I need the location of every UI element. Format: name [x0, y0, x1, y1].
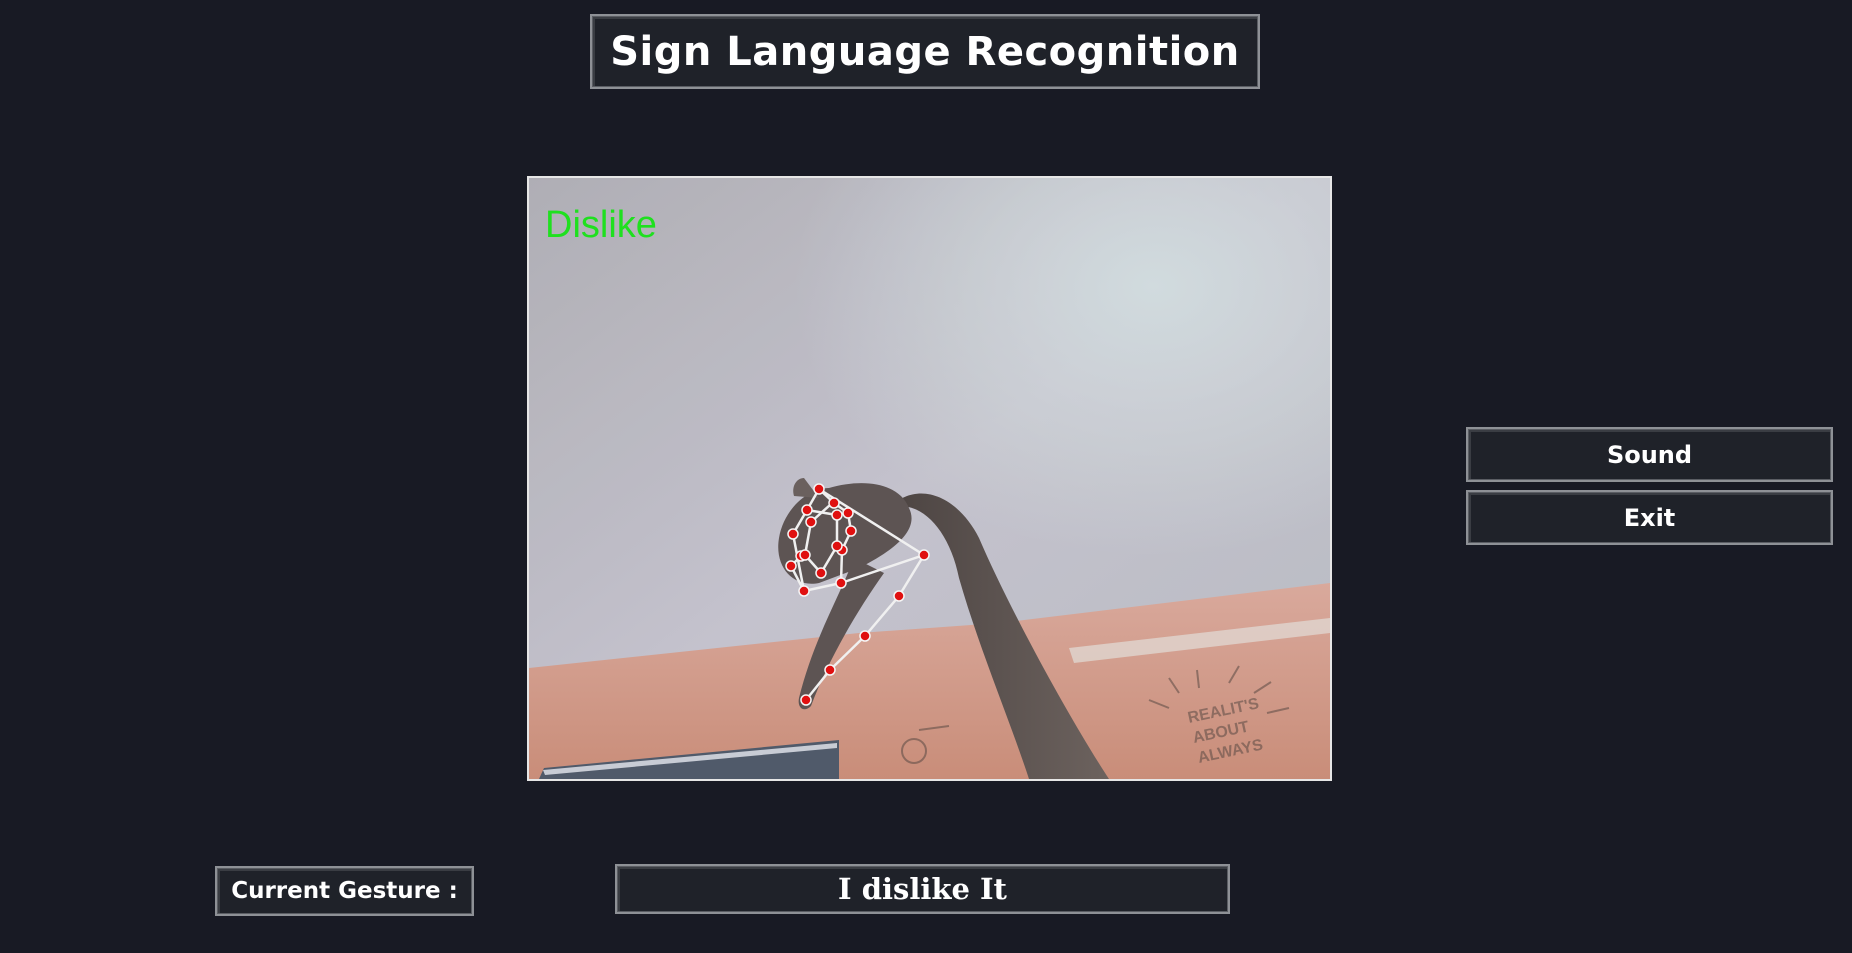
sound-button-label: Sound [1606, 440, 1693, 469]
detected-gesture-overlay: Dislike [545, 204, 657, 246]
current-gesture-value-box: I dislike It [615, 864, 1230, 914]
current-gesture-label-box: Current Gesture : [215, 866, 474, 916]
exit-button[interactable]: Exit [1466, 490, 1833, 545]
app-title: Sign Language Recognition [610, 28, 1240, 75]
current-gesture-label: Current Gesture : [231, 878, 458, 904]
hand-landmarks [785, 483, 930, 706]
camera-feed: REALIT'S ABOUT ALWAYS Dislike [527, 176, 1332, 781]
sound-button[interactable]: Sound [1466, 427, 1833, 482]
app-title-box: Sign Language Recognition [590, 14, 1260, 89]
exit-button-label: Exit [1623, 503, 1676, 532]
current-gesture-value: I dislike It [838, 872, 1007, 906]
